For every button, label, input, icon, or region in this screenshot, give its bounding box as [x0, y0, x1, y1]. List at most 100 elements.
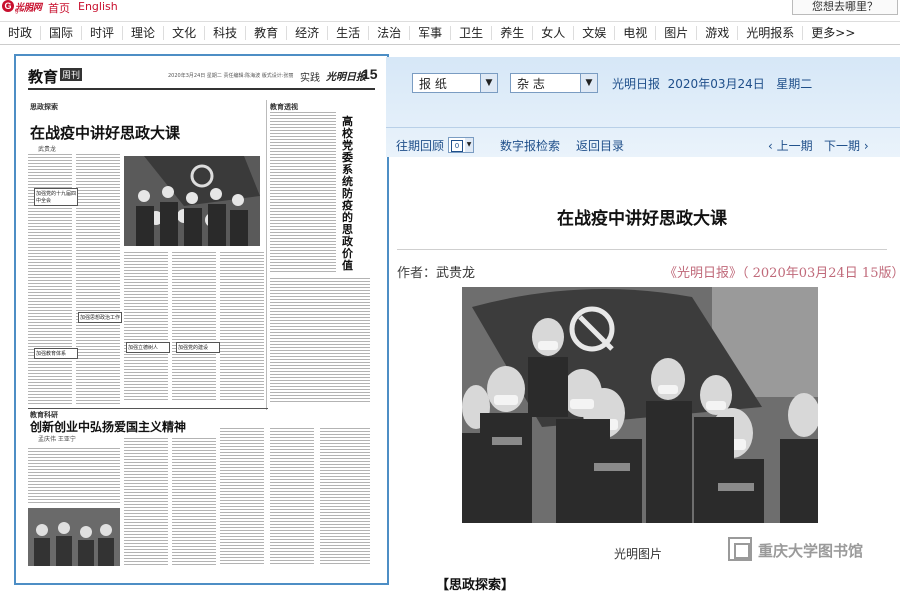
text-column	[124, 438, 168, 566]
text-column	[220, 252, 264, 402]
text-column	[270, 278, 370, 404]
paper-select[interactable]: 报 纸 ▼	[412, 73, 498, 93]
page-subsection: 周刊	[60, 68, 83, 81]
text-column	[220, 428, 264, 566]
issue-info: 光明日报 2020年03月24日 星期二	[612, 75, 812, 92]
pull-quote: 加强教育体系	[34, 348, 78, 359]
logo-domain: gmw.cn	[15, 8, 36, 14]
nav-item[interactable]: 科技	[205, 26, 247, 40]
paper-select-value: 报 纸	[419, 77, 447, 91]
text-column	[320, 428, 370, 566]
page-section: 教育	[28, 68, 59, 86]
spinner-value: 0	[451, 140, 463, 152]
magazine-select-value: 杂 志	[517, 77, 545, 91]
nav-item[interactable]: 时政	[0, 26, 42, 40]
page-tag: 教育透视	[270, 103, 298, 111]
text-column	[172, 252, 216, 402]
library-logo-icon	[728, 537, 752, 561]
nav-item[interactable]: 光明报系	[738, 26, 804, 40]
issue-selector-band: 报 纸 ▼ 杂 志 ▼ 光明日报 2020年03月24日 星期二 往期回顾 0 …	[386, 57, 900, 157]
author-name: 武贵龙	[436, 266, 476, 281]
digital-search-link[interactable]: 数字报检索	[500, 137, 560, 154]
nav-item[interactable]: 时评	[82, 26, 124, 40]
pull-quote: 加强立德树人	[126, 342, 170, 353]
page-tag: 思政探索	[30, 103, 58, 111]
return-catalog-link[interactable]: 返回目录	[576, 137, 624, 154]
logo-icon: G	[2, 0, 14, 12]
pull-quote: 加强党的建设	[176, 342, 220, 353]
nav-item[interactable]: 图片	[656, 26, 698, 40]
issue-spinner[interactable]: 0 ▼	[448, 137, 474, 153]
chevron-down-icon[interactable]: ▼	[465, 138, 473, 152]
home-link[interactable]: 首页	[48, 0, 70, 16]
issue-date: 2020年03月24日	[667, 77, 765, 91]
chevron-down-icon[interactable]: ▼	[480, 74, 497, 92]
nav-item[interactable]: 女人	[533, 26, 575, 40]
nav-item[interactable]: 军事	[410, 26, 452, 40]
article-photo	[462, 287, 818, 523]
nav-item[interactable]: 理论	[123, 26, 165, 40]
newspaper-photo-2[interactable]	[28, 508, 120, 566]
page-number: 15	[362, 66, 378, 82]
chevron-left-icon: ‹	[768, 139, 777, 153]
newspaper-byline-2: 孟庆伟 王亚宁	[38, 436, 76, 443]
issue-paper-name: 光明日报	[612, 77, 661, 91]
text-column	[28, 448, 120, 504]
newspaper-headline-link-2[interactable]: 创新创业中弘扬爱国主义精神	[30, 418, 186, 435]
top-bar: G 光明网 gmw.cn 首页 English 您想去哪里？	[0, 0, 900, 16]
prev-issue-link[interactable]: ‹ 上一期	[768, 137, 813, 154]
chevron-right-icon: ›	[860, 139, 869, 153]
newspaper-headline-link[interactable]: 在战疫中讲好思政大课	[30, 122, 180, 143]
text-column	[76, 154, 120, 404]
nav-item[interactable]: 游戏	[697, 26, 739, 40]
column-rule	[266, 100, 267, 410]
next-issue-label: 下一期	[824, 139, 861, 153]
nav-item[interactable]: 文娱	[574, 26, 616, 40]
nav-item[interactable]: 电视	[615, 26, 657, 40]
page-column: 实践	[300, 73, 320, 84]
vertical-headline-link[interactable]: 高校党委系统防疫的思政价值	[342, 116, 356, 272]
newspaper-page-view[interactable]: 教育 周刊 2020年3月24日 星期二 责任编辑:陈海波 版式设计:张丽 实践…	[14, 54, 389, 585]
past-issues-link[interactable]: 往期回顾	[396, 137, 444, 154]
text-column	[172, 438, 216, 566]
nav-item[interactable]: 法治	[369, 26, 411, 40]
next-issue-link[interactable]: 下一期 ›	[824, 137, 869, 154]
english-link[interactable]: English	[78, 0, 118, 13]
site-logo[interactable]: G 光明网 gmw.cn	[2, 0, 42, 14]
prev-issue-label: 上一期	[776, 139, 813, 153]
pull-quote: 加强思想政治工作	[78, 312, 122, 323]
page-masthead: 教育 周刊 2020年3月24日 星期二 责任编辑:陈海波 版式设计:张丽 实践…	[28, 64, 378, 90]
pull-quote: 加强党的十九届四中全会	[34, 188, 78, 206]
nav-item[interactable]: 养生	[492, 26, 534, 40]
nav-item[interactable]: 文化	[164, 26, 206, 40]
text-column	[124, 252, 168, 402]
article-title: 在战疫中讲好思政大课	[557, 209, 727, 229]
text-column	[270, 428, 314, 566]
page-paper-name: 光明日报	[326, 72, 366, 83]
text-column	[270, 112, 336, 272]
library-watermark: 重庆大学图书馆	[728, 535, 878, 565]
title-divider	[397, 249, 887, 250]
nav-item[interactable]: 经济	[287, 26, 329, 40]
photo-caption: 光明图片	[614, 547, 663, 561]
nav-item-more[interactable]: 更多>>	[803, 26, 863, 40]
nav-item[interactable]: 教育	[246, 26, 288, 40]
newspaper-byline: 武贵龙	[38, 146, 57, 153]
section-divider	[28, 408, 268, 409]
nav-item[interactable]: 卫生	[451, 26, 493, 40]
nav-item[interactable]: 生活	[328, 26, 370, 40]
article-author: 作者：武贵龙	[397, 262, 475, 281]
where-to-go-button[interactable]: 您想去哪里？	[792, 0, 898, 15]
band-divider	[386, 127, 900, 128]
channel-nav: 时政 国际 时评 理论 文化 科技 教育 经济 生活 法治 军事 卫生 养生 女…	[0, 21, 900, 45]
section-heading: 【思政探索】	[436, 578, 515, 593]
page-meta: 2020年3月24日 星期二 责任编辑:陈海波 版式设计:张丽	[168, 73, 294, 79]
magazine-select[interactable]: 杂 志 ▼	[510, 73, 598, 93]
article-source: 《光明日报》（ 2020年03月24日 15版）	[664, 266, 900, 281]
chevron-down-icon[interactable]: ▼	[580, 74, 597, 92]
author-label: 作者：	[397, 266, 437, 281]
watermark-text: 重庆大学图书馆	[758, 542, 864, 560]
newspaper-photo[interactable]	[124, 156, 260, 246]
issue-weekday: 星期二	[776, 77, 813, 91]
nav-item[interactable]: 国际	[41, 26, 83, 40]
